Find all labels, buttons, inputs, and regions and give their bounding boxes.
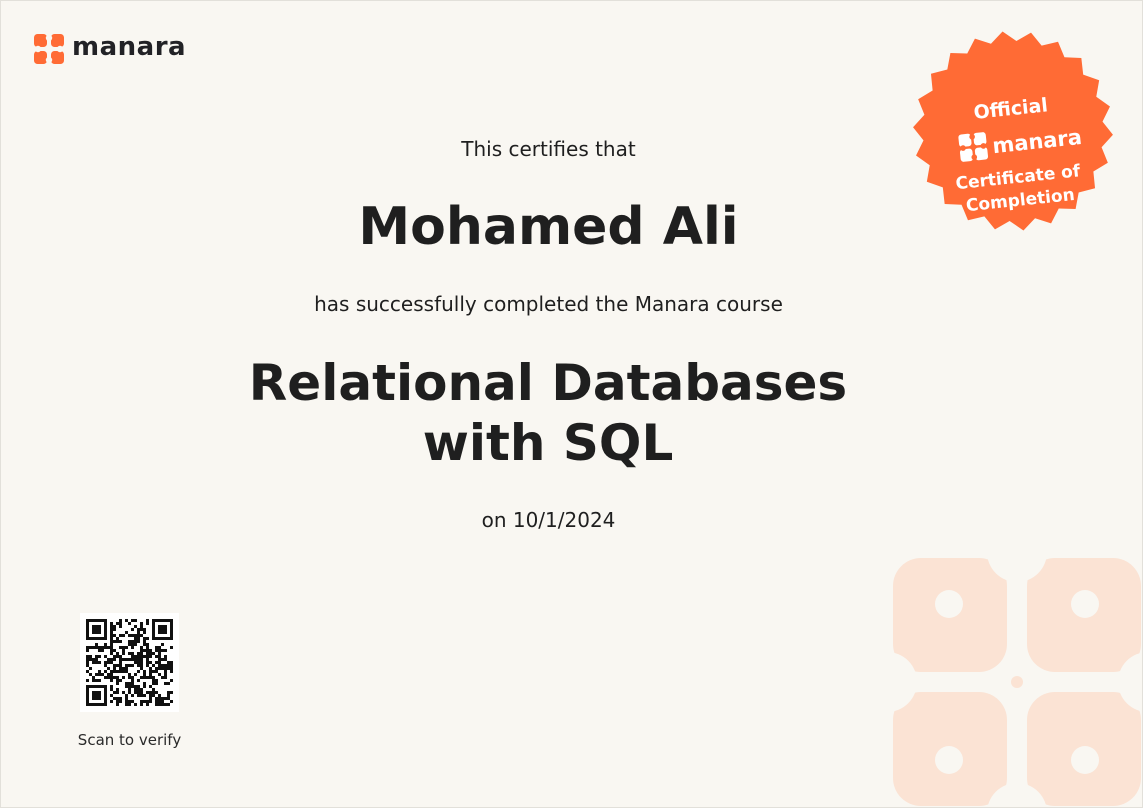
background-manara-mark [891,556,1142,807]
completion-date: on 10/1/2024 [481,508,616,532]
completion-text: has successfully completed the Manara co… [314,292,783,316]
manara-logo-icon [34,34,64,64]
scan-to-verify-label: Scan to verify [77,731,182,749]
logo-wordmark: manara [72,32,187,62]
verification-qr-code[interactable] [80,613,179,712]
manara-logo: manara [31,31,186,67]
course-title: Relational Databases with SQL [248,354,848,472]
official-seal: Official manara Certificate of Completio… [913,31,1113,231]
certificate-page: manara This certifies that Mohamed Ali h… [0,0,1143,808]
